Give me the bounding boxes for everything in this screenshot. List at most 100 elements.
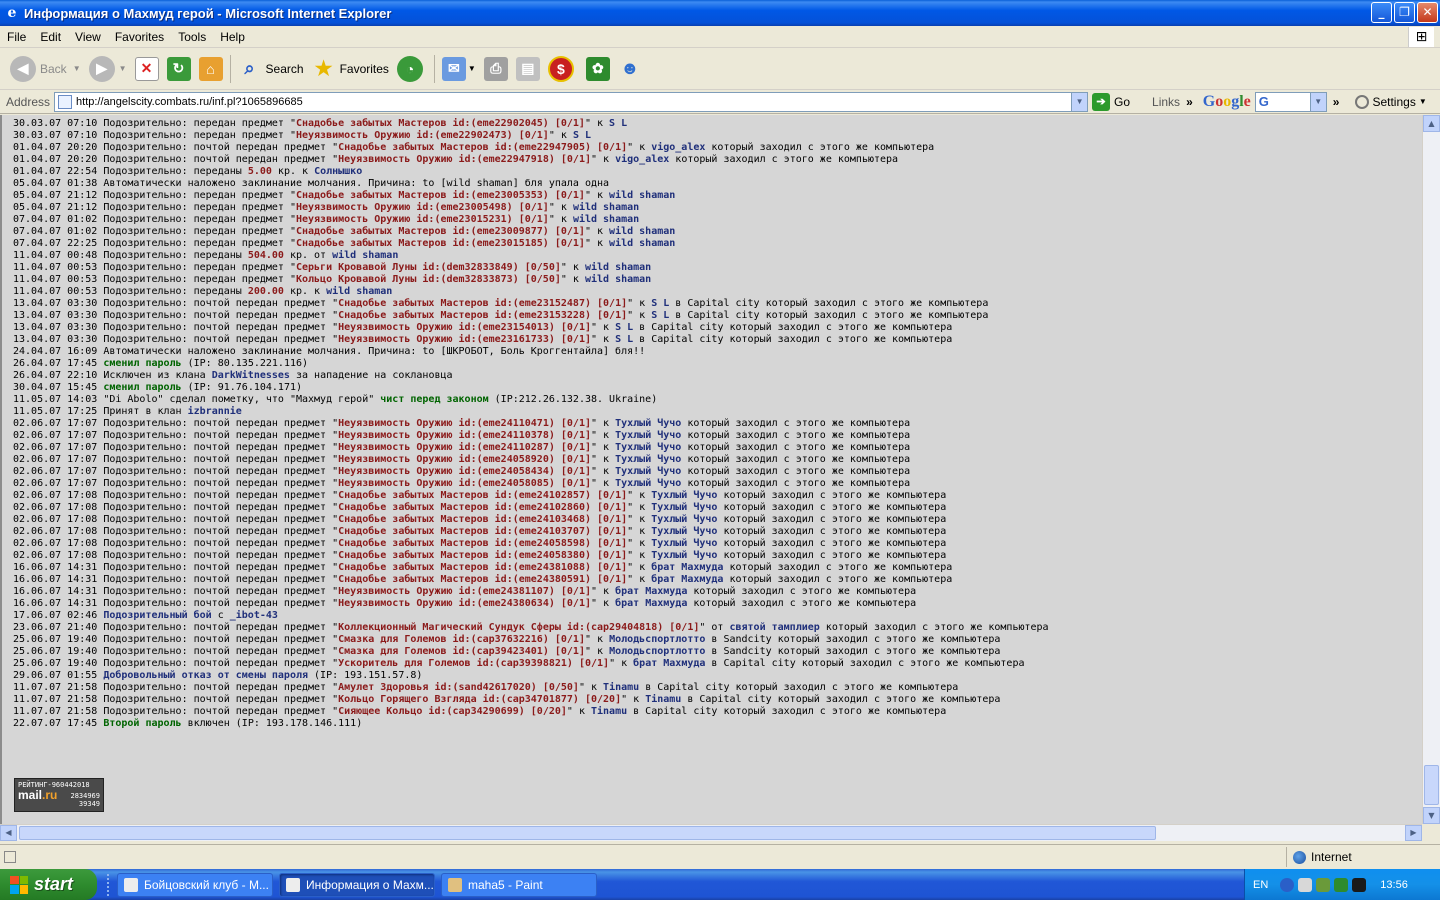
menu-tools[interactable]: Tools bbox=[171, 30, 213, 44]
log-nick-link[interactable]: wild shaman bbox=[585, 262, 651, 273]
log-nick-link[interactable]: vigo_alex bbox=[651, 142, 705, 153]
log-nick-link[interactable]: брат Махмуда bbox=[651, 574, 723, 585]
messenger-button[interactable]: ☻ bbox=[614, 52, 646, 86]
network-icon[interactable] bbox=[1298, 877, 1313, 892]
log-nick-link[interactable]: Tinamu bbox=[645, 694, 681, 705]
mail-button[interactable]: ✉ ▼ bbox=[438, 52, 480, 86]
links-chevron-icon[interactable]: » bbox=[1186, 95, 1193, 109]
edit-button[interactable]: ▤ bbox=[512, 52, 544, 86]
log-nick-link[interactable]: брат Махмуда bbox=[615, 598, 687, 609]
menu-file[interactable]: File bbox=[0, 30, 33, 44]
favorites-button[interactable]: ★ Favorites bbox=[308, 52, 393, 86]
log-nick-link[interactable]: брат Махмуда bbox=[615, 586, 687, 597]
log-nick-link[interactable]: S L bbox=[651, 310, 669, 321]
log-nick-link[interactable]: Тухлый Чучо bbox=[651, 538, 717, 549]
google-search-input[interactable]: G ▼ bbox=[1254, 91, 1327, 112]
log-nick-link[interactable]: брат Махмуда bbox=[651, 562, 723, 573]
google-chevron-icon[interactable]: » bbox=[1333, 95, 1340, 109]
log-nick-link[interactable]: wild shaman bbox=[609, 226, 675, 237]
menu-view[interactable]: View bbox=[68, 30, 108, 44]
links-label[interactable]: Links bbox=[1152, 95, 1180, 109]
print-button[interactable]: ⎙ bbox=[480, 52, 512, 86]
maximize-button[interactable]: ❐ bbox=[1394, 2, 1415, 23]
title-bar[interactable]: e Информация о Махмуд герой - Microsoft … bbox=[0, 0, 1440, 26]
log-nick-link[interactable]: Подозрительный бой bbox=[103, 610, 211, 621]
scroll-left-button[interactable]: ◀ bbox=[0, 825, 17, 841]
log-nick-link[interactable]: святой тамплиер bbox=[729, 622, 819, 633]
mail-dropdown-icon[interactable]: ▼ bbox=[468, 64, 476, 73]
start-button[interactable]: start bbox=[0, 869, 97, 900]
close-button[interactable]: ✕ bbox=[1417, 2, 1438, 23]
log-nick-link[interactable]: Тухлый Чучо bbox=[651, 490, 717, 501]
log-nick-link[interactable]: wild shaman bbox=[573, 202, 639, 213]
log-nick-link[interactable]: S L bbox=[615, 334, 633, 345]
log-nick-link[interactable]: _ibot-43 bbox=[230, 610, 278, 621]
log-nick-link[interactable]: Тухлый Чучо bbox=[615, 442, 681, 453]
log-nick-link[interactable]: S L bbox=[609, 118, 627, 129]
log-nick-link[interactable]: S L bbox=[615, 322, 633, 333]
tray-expand-icon[interactable] bbox=[1280, 877, 1295, 892]
menu-help[interactable]: Help bbox=[213, 30, 252, 44]
log-nick-link[interactable]: wild shaman bbox=[585, 274, 651, 285]
home-button[interactable]: ⌂ bbox=[195, 52, 227, 86]
stop-button[interactable]: ✕ bbox=[131, 52, 163, 86]
address-dropdown-icon[interactable]: ▼ bbox=[1071, 92, 1088, 111]
back-button[interactable]: ◀ Back ▼ bbox=[6, 52, 85, 86]
address-url[interactable]: http://angelscity.combats.ru/inf.pl?1065… bbox=[76, 96, 303, 108]
tray-tool-icon[interactable] bbox=[1352, 877, 1367, 892]
vertical-scrollbar[interactable]: ▲ ▼ bbox=[1422, 115, 1440, 824]
log-nick-link[interactable]: Тухлый Чучо bbox=[615, 466, 681, 477]
log-nick-link[interactable]: Тухлый Чучо bbox=[615, 454, 681, 465]
scroll-right-button[interactable]: ▶ bbox=[1405, 825, 1422, 841]
log-nick-link[interactable]: Тухлый Чучо bbox=[651, 514, 717, 525]
log-nick-link[interactable]: Молодьспортлотто bbox=[609, 634, 705, 645]
log-nick-link[interactable]: Tinamu bbox=[591, 706, 627, 717]
log-nick-link[interactable]: Тухлый Чучо bbox=[615, 478, 681, 489]
taskbar-grip[interactable] bbox=[107, 873, 111, 896]
log-nick-link[interactable]: DarkWitnesses bbox=[212, 370, 290, 381]
icq-icon[interactable] bbox=[1334, 877, 1349, 892]
address-input[interactable]: http://angelscity.combats.ru/inf.pl?1065… bbox=[54, 91, 1089, 112]
google-dropdown-icon[interactable]: ▼ bbox=[1309, 92, 1326, 111]
history-button[interactable]: ◔ bbox=[393, 52, 431, 86]
log-nick-link[interactable]: S L bbox=[573, 130, 591, 141]
taskbar-item-info[interactable]: Информация о Махм... bbox=[279, 872, 435, 897]
log-nick-link[interactable]: wild shaman bbox=[326, 286, 392, 297]
log-nick-link[interactable]: wild shaman bbox=[332, 250, 398, 261]
taskbar-item-paint[interactable]: maha5 - Paint bbox=[441, 872, 597, 897]
forward-button[interactable]: ▶ ▼ bbox=[85, 52, 131, 86]
scroll-up-button[interactable]: ▲ bbox=[1423, 115, 1440, 132]
log-nick-link[interactable]: wild shaman bbox=[609, 238, 675, 249]
horizontal-scroll-thumb[interactable] bbox=[19, 826, 1156, 840]
log-nick-link[interactable]: vigo_alex bbox=[615, 154, 669, 165]
tray-app-icon[interactable] bbox=[1316, 877, 1331, 892]
vertical-scroll-thumb[interactable] bbox=[1424, 765, 1439, 805]
log-nick-link[interactable]: Тухлый Чучо bbox=[651, 550, 717, 561]
settings-button[interactable]: Settings ▼ bbox=[1355, 94, 1427, 109]
horizontal-scrollbar[interactable]: ◀ ▶ bbox=[0, 824, 1422, 841]
log-nick-link[interactable]: Добровольный отказ от смены пароля bbox=[103, 670, 308, 681]
refresh-button[interactable]: ↻ bbox=[163, 52, 195, 86]
menu-favorites[interactable]: Favorites bbox=[108, 30, 171, 44]
log-nick-link[interactable]: wild shaman bbox=[573, 214, 639, 225]
log-nick-link[interactable]: Tinamu bbox=[603, 682, 639, 693]
log-nick-link[interactable]: S L bbox=[651, 298, 669, 309]
taskbar-item-fightclub[interactable]: Бойцовский клуб - М... bbox=[117, 872, 273, 897]
scroll-down-button[interactable]: ▼ bbox=[1423, 807, 1440, 824]
log-nick-link[interactable]: izbrannie bbox=[188, 406, 242, 417]
log-nick-link[interactable]: брат Махмуда bbox=[633, 658, 705, 669]
log-nick-link[interactable]: wild shaman bbox=[609, 190, 675, 201]
language-indicator[interactable]: EN bbox=[1253, 879, 1268, 891]
log-nick-link[interactable]: Тухлый Чучо bbox=[615, 418, 681, 429]
log-nick-link[interactable]: Тухлый Чучо bbox=[651, 502, 717, 513]
minimize-button[interactable]: _ bbox=[1371, 2, 1392, 23]
log-nick-link[interactable]: Солнышко bbox=[314, 166, 362, 177]
search-button[interactable]: ⌕ Search bbox=[234, 52, 308, 86]
log-nick-link[interactable]: Тухлый Чучо bbox=[651, 526, 717, 537]
extension-button-2[interactable]: ✿ bbox=[582, 52, 614, 86]
menu-edit[interactable]: Edit bbox=[33, 30, 68, 44]
security-zone[interactable]: Internet bbox=[1286, 847, 1352, 867]
back-dropdown-icon[interactable]: ▼ bbox=[73, 64, 81, 73]
go-button[interactable]: ➔ Go bbox=[1092, 92, 1130, 111]
mail-ru-counter[interactable]: РЕЙТИНГ-960442018 mail.ru 2834969 39349 bbox=[14, 778, 104, 812]
